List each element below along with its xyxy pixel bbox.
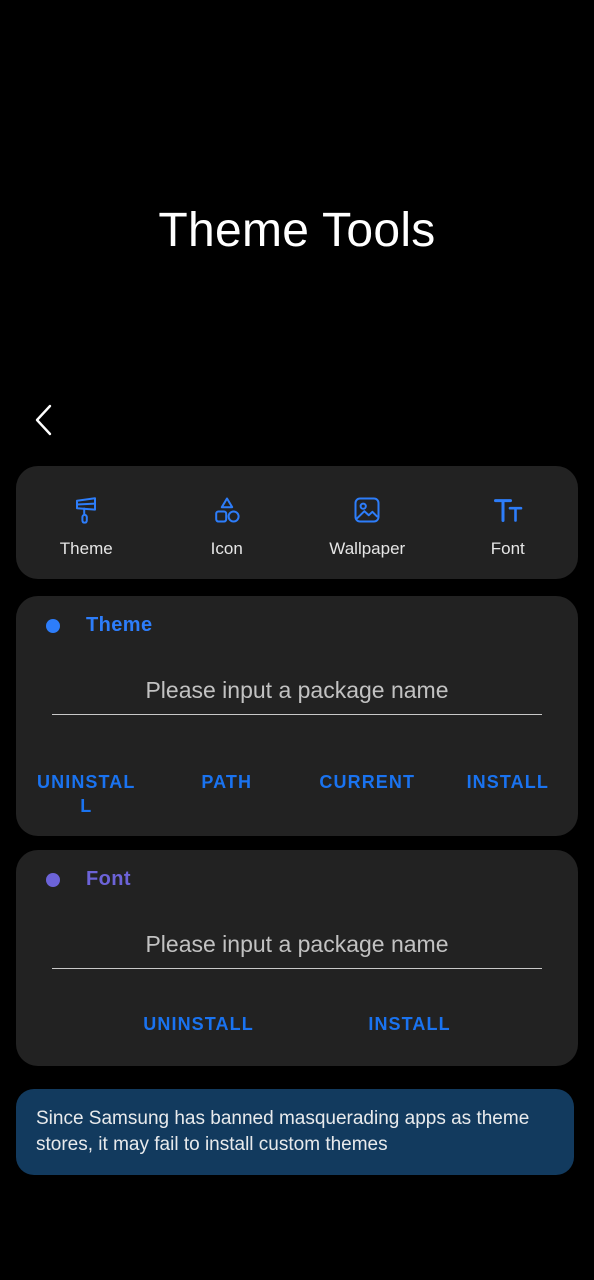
font-section-title: Font <box>86 868 131 890</box>
tab-bar: Theme Icon Wallpaper Font <box>16 466 578 579</box>
font-action-row: UNINSTALL INSTALL <box>16 1012 578 1036</box>
tab-label: Font <box>490 538 525 558</box>
font-section-header: Font <box>46 868 131 891</box>
page-title: Theme Tools <box>158 204 436 257</box>
theme-package-field[interactable] <box>52 672 542 715</box>
tab-font[interactable]: Font <box>438 466 579 579</box>
notice-banner: Since Samsung has banned masquerading ap… <box>16 1089 574 1175</box>
tab-label: Wallpaper <box>329 538 406 558</box>
image-icon <box>350 493 384 527</box>
tab-label: Icon <box>210 538 243 558</box>
text-size-icon <box>491 493 525 527</box>
theme-uninstall-button[interactable]: UNINSTALL <box>31 770 141 818</box>
font-package-field[interactable] <box>52 926 542 969</box>
font-package-input[interactable] <box>52 926 542 969</box>
theme-install-button[interactable]: INSTALL <box>453 770 563 794</box>
theme-package-input[interactable] <box>52 672 542 715</box>
chevron-left-icon <box>33 403 55 437</box>
font-install-button[interactable]: INSTALL <box>368 1012 450 1036</box>
tab-icon[interactable]: Icon <box>157 466 298 579</box>
tab-wallpaper[interactable]: Wallpaper <box>297 466 438 579</box>
font-uninstall-button[interactable]: UNINSTALL <box>143 1012 254 1036</box>
theme-section-header: Theme <box>46 614 152 637</box>
font-status-dot <box>46 872 60 887</box>
theme-current-button[interactable]: CURRENT <box>312 770 422 794</box>
theme-path-button[interactable]: PATH <box>172 770 282 794</box>
shapes-icon <box>210 493 244 527</box>
theme-section-title: Theme <box>86 614 153 636</box>
back-button[interactable] <box>22 398 66 442</box>
theme-action-row: UNINSTALL PATH CURRENT INSTALL <box>16 770 578 818</box>
tab-label: Theme <box>59 538 113 558</box>
theme-status-dot <box>46 618 60 633</box>
app-screen: Theme Tools Theme Icon Wallpaper Font Th… <box>0 0 594 1280</box>
tab-theme[interactable]: Theme <box>16 466 157 579</box>
paint-brush-icon <box>69 493 103 527</box>
